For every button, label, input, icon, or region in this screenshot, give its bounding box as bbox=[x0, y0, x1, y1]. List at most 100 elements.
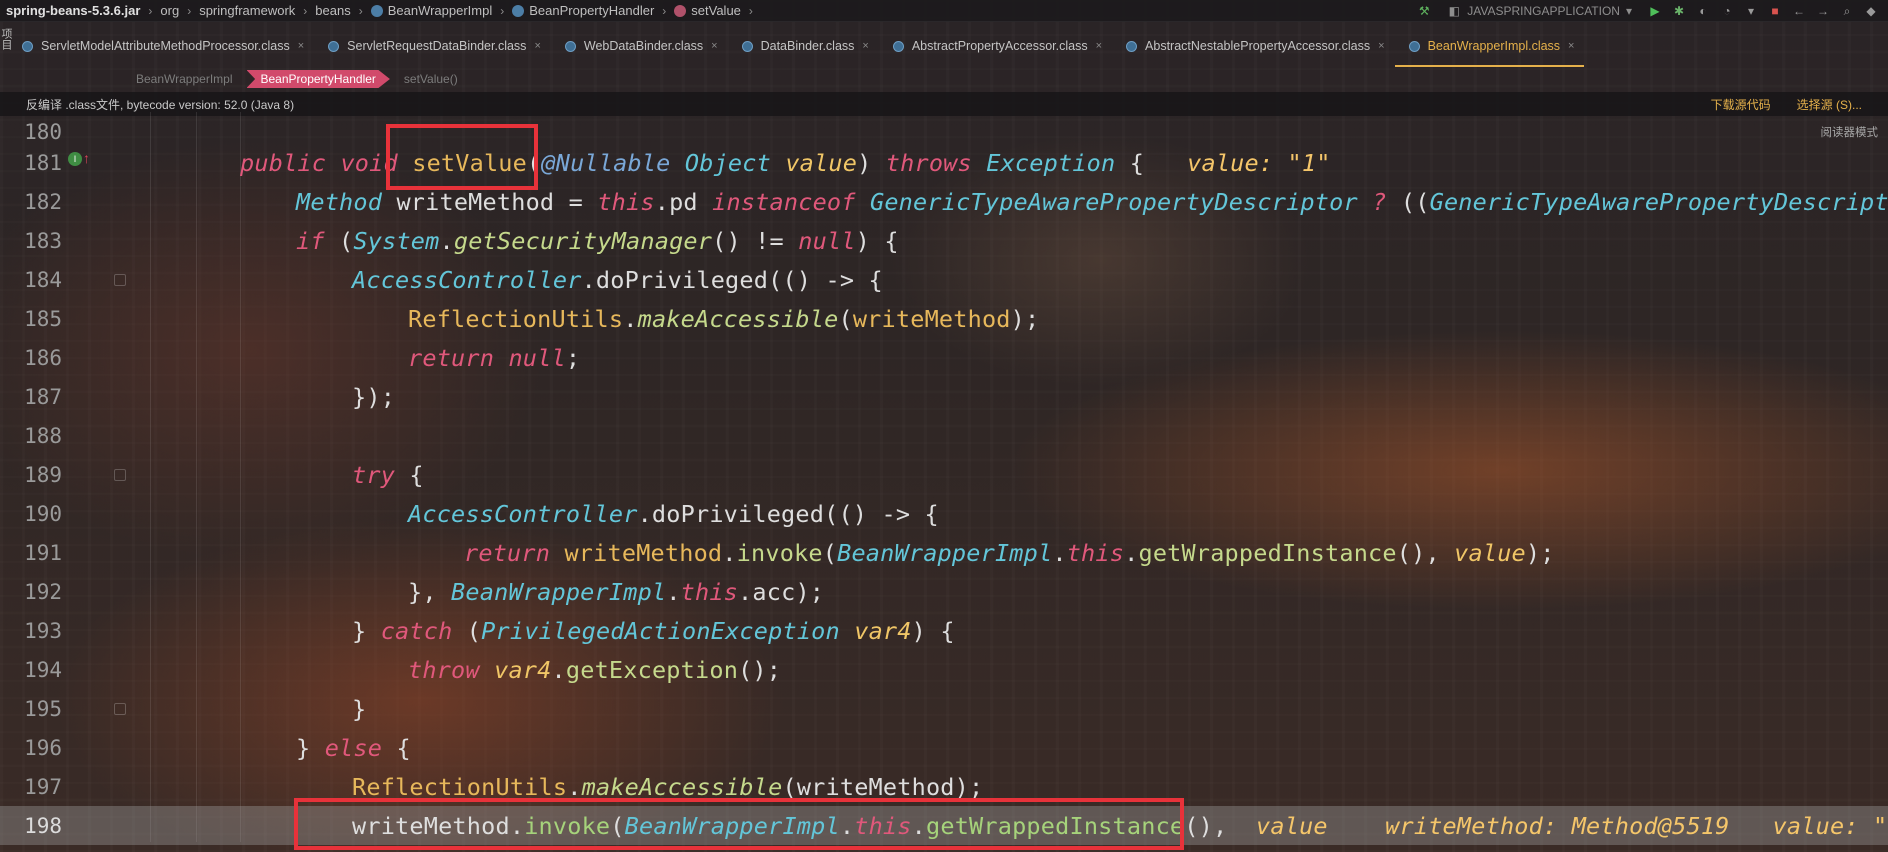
chevron-down-icon: ▾ bbox=[1625, 4, 1632, 18]
close-icon[interactable]: × bbox=[298, 40, 304, 52]
ide-logo-icon[interactable]: ◆ bbox=[1864, 4, 1878, 18]
line-number[interactable]: 198 bbox=[0, 814, 62, 838]
profile-icon[interactable]: ◔ bbox=[1720, 4, 1734, 18]
run-configuration-selector[interactable]: ◧ JAVASPRINGAPPLICATION ▾ bbox=[1441, 4, 1638, 18]
tab-label: AbstractNestablePropertyAccessor.class bbox=[1145, 39, 1371, 53]
breadcrumb-jar[interactable]: spring-beans-5.3.6.jar bbox=[6, 3, 140, 18]
close-icon[interactable]: × bbox=[534, 40, 540, 52]
breadcrumb-label: BeanPropertyHandler bbox=[529, 3, 655, 18]
implements-method-icon[interactable]: I bbox=[68, 152, 82, 166]
breadcrumb-item-beans[interactable]: beans bbox=[315, 3, 350, 18]
class-icon bbox=[370, 4, 383, 17]
line-number[interactable]: 190 bbox=[0, 502, 62, 526]
tab-abstractnestablepropertyaccessor[interactable]: AbstractNestablePropertyAccessor.class × bbox=[1112, 34, 1395, 58]
run-icon[interactable]: ▶ bbox=[1648, 4, 1662, 18]
structure-item-class[interactable]: BeanWrapperImpl bbox=[128, 72, 241, 86]
search-icon[interactable]: ⌕ bbox=[1840, 4, 1854, 18]
class-file-icon bbox=[1126, 40, 1138, 52]
code-line: 187 }); bbox=[0, 377, 1888, 416]
code-text: AccessController.doPrivileged(() -> { bbox=[352, 265, 883, 294]
line-number[interactable]: 197 bbox=[0, 775, 62, 799]
line-number[interactable]: 188 bbox=[0, 424, 62, 448]
more-run-icon[interactable]: ▾ bbox=[1744, 4, 1758, 18]
structure-item-inner-class[interactable]: BeanPropertyHandler bbox=[246, 70, 390, 88]
code-text: if (System.getSecurityManager() != null)… bbox=[296, 226, 899, 255]
choose-sources-link[interactable]: 选择源 (S)... bbox=[1797, 96, 1862, 113]
fold-marker-icon[interactable] bbox=[114, 274, 126, 286]
close-icon[interactable]: × bbox=[1378, 40, 1384, 52]
line-number[interactable]: 196 bbox=[0, 736, 62, 760]
code-line: 185 ReflectionUtils.makeAccessible(write… bbox=[0, 299, 1888, 338]
tab-abstractpropertyaccessor[interactable]: AbstractPropertyAccessor.class × bbox=[879, 34, 1112, 58]
line-number[interactable]: 187 bbox=[0, 385, 62, 409]
reader-mode-toggle[interactable]: 阅读器模式 bbox=[1821, 124, 1879, 140]
line-number[interactable]: 195 bbox=[0, 697, 62, 721]
breadcrumb-label: beans bbox=[315, 3, 351, 18]
highlight-box-setvalue bbox=[386, 124, 538, 190]
debug-icon[interactable]: ✱ bbox=[1672, 4, 1686, 18]
back-icon[interactable]: ← bbox=[1792, 4, 1806, 18]
code-line: 189 try { bbox=[0, 455, 1888, 494]
line-number[interactable]: 192 bbox=[0, 580, 62, 604]
code-line: 196 } else { bbox=[0, 728, 1888, 767]
tab-webdatabinder[interactable]: WebDataBinder.class × bbox=[551, 34, 728, 58]
close-icon[interactable]: × bbox=[711, 40, 717, 52]
tab-databinder[interactable]: DataBinder.class × bbox=[728, 34, 879, 58]
line-number[interactable]: 182 bbox=[0, 190, 62, 214]
line-number[interactable]: 189 bbox=[0, 463, 62, 487]
breadcrumb-item-springframework[interactable]: springframework bbox=[199, 3, 295, 18]
close-icon[interactable]: × bbox=[1096, 40, 1102, 52]
code-text: try { bbox=[352, 460, 424, 489]
hammer-icon[interactable]: ⚒ bbox=[1417, 4, 1431, 18]
line-number[interactable]: 186 bbox=[0, 346, 62, 370]
run-config-label: JAVASPRINGAPPLICATION bbox=[1467, 4, 1620, 18]
line-number[interactable]: 183 bbox=[0, 229, 62, 253]
tab-beanwrapperimpl[interactable]: BeanWrapperImpl.class × bbox=[1394, 34, 1585, 67]
tab-label: WebDataBinder.class bbox=[583, 39, 704, 53]
breadcrumb-item-beanpropertyhandler[interactable]: BeanPropertyHandler bbox=[512, 3, 654, 18]
tab-label: DataBinder.class bbox=[760, 39, 855, 53]
fold-marker-icon[interactable] bbox=[114, 469, 126, 481]
override-arrow-icon[interactable]: ↑ bbox=[83, 150, 90, 166]
tab-servletrequestdatabinder[interactable]: ServletRequestDataBinder.class × bbox=[314, 34, 551, 58]
line-number[interactable]: 194 bbox=[0, 658, 62, 682]
decompiler-message: 反编译 .class文件, bytecode version: 52.0 (Ja… bbox=[26, 97, 295, 112]
code-line: 188 bbox=[0, 416, 1888, 455]
chevron-right-icon: › bbox=[748, 3, 753, 18]
structure-item-method[interactable]: setValue() bbox=[396, 72, 466, 86]
line-number[interactable]: 180 bbox=[0, 120, 62, 144]
close-icon[interactable]: × bbox=[862, 40, 868, 52]
line-number[interactable]: 191 bbox=[0, 541, 62, 565]
code-text: }, BeanWrapperImpl.this.acc); bbox=[408, 577, 825, 606]
breadcrumb-item-setvalue[interactable]: setValue bbox=[674, 3, 741, 18]
line-number[interactable]: 181 bbox=[0, 151, 62, 175]
breadcrumb-item-org[interactable]: org bbox=[160, 3, 179, 18]
editor-tabs: ServletModelAttributeMethodProcessor.cla… bbox=[0, 24, 1888, 67]
code-text: return writeMethod.invoke(BeanWrapperImp… bbox=[464, 538, 1555, 567]
code-text: } bbox=[352, 694, 367, 723]
code-line: 186 return null; bbox=[0, 338, 1888, 377]
code-line: 195 } bbox=[0, 689, 1888, 728]
chevron-right-icon: › bbox=[303, 3, 308, 18]
download-sources-link[interactable]: 下载源代码 bbox=[1711, 96, 1771, 113]
tab-servletmodelattributemethodprocessor[interactable]: ServletModelAttributeMethodProcessor.cla… bbox=[8, 34, 314, 58]
breadcrumb-item-beanwrapperimpl[interactable]: BeanWrapperImpl bbox=[370, 3, 492, 18]
code-text: } catch (PrivilegedActionException var4)… bbox=[352, 616, 955, 645]
method-icon bbox=[674, 4, 687, 17]
code-text: } else { bbox=[296, 733, 411, 762]
close-icon[interactable]: × bbox=[1568, 40, 1574, 52]
code-editor[interactable]: 180 181 public void setValue(@Nullable O… bbox=[0, 112, 1888, 852]
line-number[interactable]: 184 bbox=[0, 268, 62, 292]
spring-config-icon: ◧ bbox=[1448, 4, 1460, 18]
structure-path: BeanWrapperImpl BeanPropertyHandler setV… bbox=[0, 68, 466, 90]
coverage-icon[interactable]: ◐ bbox=[1696, 4, 1710, 18]
stop-icon[interactable]: ■ bbox=[1768, 4, 1782, 18]
main-toolbar: ⚒ ◧ JAVASPRINGAPPLICATION ▾ ▶ ✱ ◐ ◔ ▾ ■ … bbox=[1417, 0, 1888, 22]
breadcrumb-jar-label: spring-beans-5.3.6.jar bbox=[6, 3, 141, 18]
forward-icon[interactable]: → bbox=[1816, 4, 1830, 18]
line-number[interactable]: 193 bbox=[0, 619, 62, 643]
line-number[interactable]: 185 bbox=[0, 307, 62, 331]
code-text: Method writeMethod = this.pd instanceof … bbox=[296, 187, 1888, 216]
fold-marker-icon[interactable] bbox=[114, 703, 126, 715]
breadcrumb-label: org bbox=[160, 3, 180, 18]
